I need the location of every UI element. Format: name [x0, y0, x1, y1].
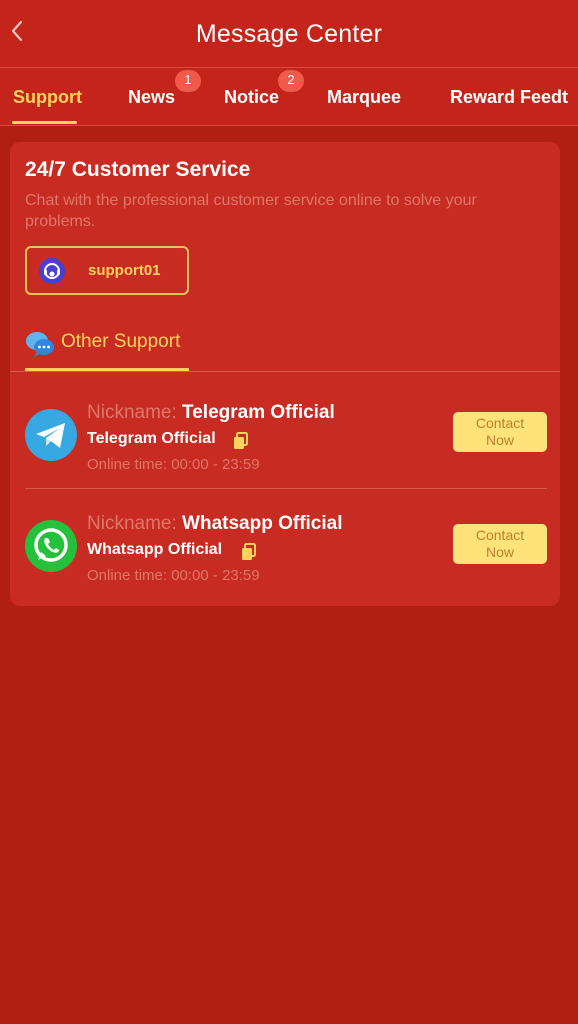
telegram-icon — [24, 408, 78, 462]
tab-marquee[interactable]: Marquee — [327, 87, 401, 108]
whatsapp-icon — [24, 519, 78, 573]
whatsapp-account-name: Whatsapp Official — [87, 541, 223, 558]
customer-service-title: 24/7 Customer Service — [25, 158, 251, 181]
telegram-account-name: Telegram Official — [87, 430, 216, 447]
copy-icon[interactable] — [241, 543, 257, 561]
whatsapp-contact-now-button[interactable]: Contact Now — [453, 524, 547, 564]
other-support-tab[interactable]: Other Support — [61, 331, 180, 353]
telegram-nickname: Nickname: Telegram Official — [87, 402, 335, 424]
telegram-online-time: Online time: 00:00 - 23:59 — [87, 456, 260, 473]
header: Message Center — [0, 0, 578, 68]
tab-support[interactable]: Support — [13, 87, 82, 108]
support01-label: support01 — [88, 262, 161, 279]
contact-label-line2: Now — [485, 544, 514, 560]
notice-count-badge: 2 — [278, 70, 304, 92]
nickname-value: Whatsapp Official — [182, 513, 343, 534]
contact-row-whatsapp: Nickname: Whatsapp Official Whatsapp Off… — [10, 503, 560, 603]
support01-button[interactable]: support01 — [25, 246, 189, 295]
chat-bubble-icon — [25, 330, 55, 358]
nickname-label: Nickname: — [87, 402, 177, 423]
telegram-contact-now-button[interactable]: Contact Now — [453, 412, 547, 452]
active-tab-indicator — [12, 121, 77, 124]
contact-label-line2: Now — [485, 432, 514, 448]
contact-label-line1: Contact — [475, 415, 525, 431]
tab-notice[interactable]: Notice — [224, 87, 279, 108]
whatsapp-online-time: Online time: 00:00 - 23:59 — [87, 567, 260, 584]
page-title: Message Center — [195, 20, 383, 48]
tab-reward-feedback[interactable]: Reward Feedt — [450, 87, 568, 108]
whatsapp-nickname: Nickname: Whatsapp Official — [87, 513, 343, 535]
support-card: 24/7 Customer Service Chat with the prof… — [10, 142, 560, 606]
row-divider — [25, 488, 547, 489]
contact-label-line1: Contact — [475, 527, 525, 543]
support-agent-icon — [39, 258, 65, 284]
tab-news[interactable]: News — [128, 87, 175, 108]
news-count-badge: 1 — [175, 70, 201, 92]
tab-bar: Support News 1 Notice 2 Marquee Reward F… — [0, 68, 578, 126]
copy-icon[interactable] — [233, 432, 249, 450]
nickname-label: Nickname: — [87, 513, 177, 534]
section-divider — [10, 371, 560, 372]
nickname-value: Telegram Official — [182, 402, 335, 423]
customer-service-description: Chat with the professional customer serv… — [25, 192, 477, 230]
contact-row-telegram: Nickname: Telegram Official Telegram Off… — [10, 392, 560, 492]
